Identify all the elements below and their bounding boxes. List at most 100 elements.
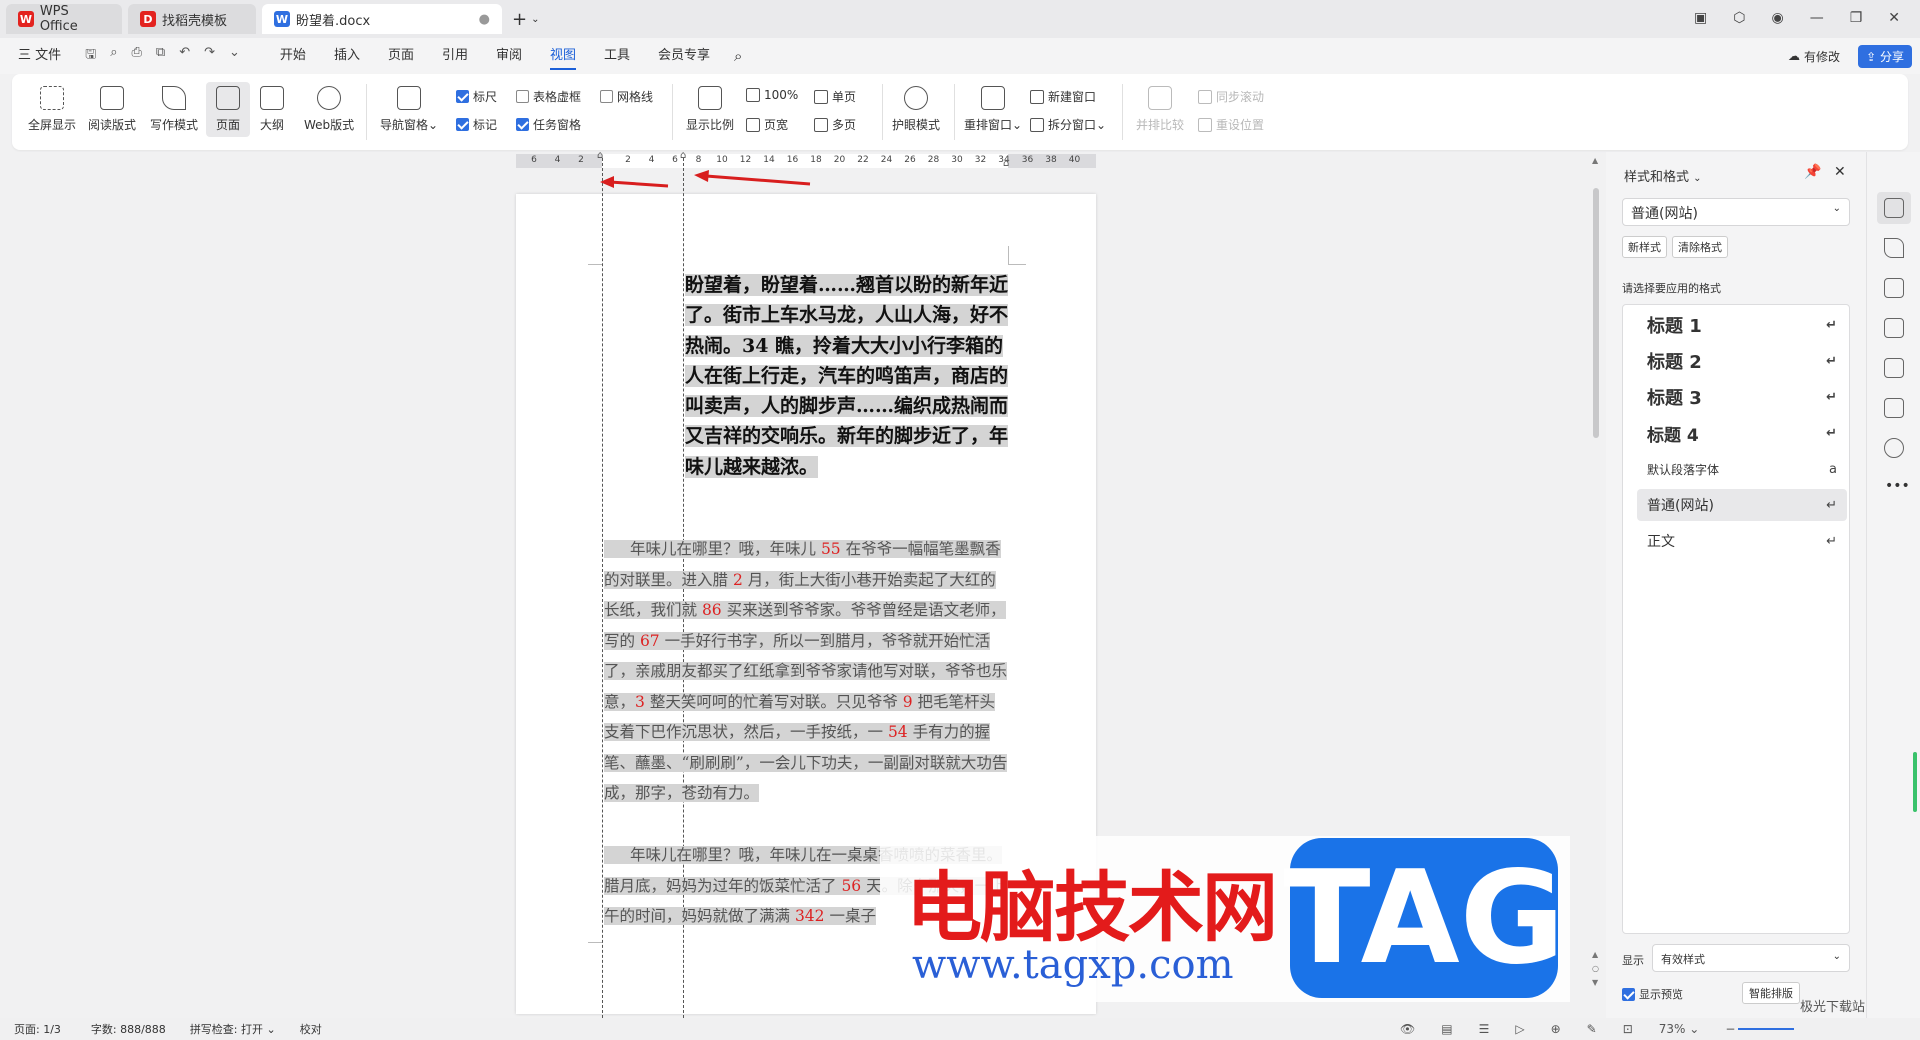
fit-icon[interactable]: ⊡ — [1623, 1022, 1633, 1036]
marks-checkbox[interactable]: 标记 — [456, 116, 497, 133]
more-icon[interactable]: ••• — [1885, 478, 1910, 494]
edit-doc-icon[interactable] — [1884, 318, 1904, 338]
book-icon[interactable] — [1884, 398, 1904, 418]
zoom-100-button[interactable]: 100% — [746, 88, 798, 102]
avatar[interactable]: ◉ — [1771, 10, 1783, 26]
close-icon[interactable]: ✕ — [1888, 10, 1900, 26]
outline-view-icon[interactable]: ☰ — [1479, 1022, 1490, 1036]
share-button[interactable]: ⇪ 分享 — [1858, 44, 1912, 68]
modified-indicator[interactable]: ☁ 有修改 — [1788, 48, 1840, 65]
new-style-button[interactable]: 新样式 — [1622, 236, 1667, 258]
menu-member[interactable]: 会员专享 — [644, 38, 724, 74]
select-cursor-icon[interactable] — [1884, 238, 1904, 258]
ruler-indent-marker[interactable]: ⌂ — [1003, 158, 1009, 169]
style-item-heading-4[interactable]: 标题 4 ↵ — [1637, 417, 1847, 449]
smart-layout-button[interactable]: 智能排版 — [1742, 982, 1800, 1004]
menu-file[interactable]: 三 文件 — [0, 38, 75, 74]
writing-mode-button[interactable]: 写作模式 — [146, 82, 202, 137]
style-pen-icon[interactable] — [1884, 198, 1904, 218]
select-browse-icon[interactable]: ○ — [1592, 964, 1599, 973]
save-icon[interactable]: 🖫 — [85, 45, 96, 67]
tools-icon[interactable] — [1884, 358, 1904, 378]
redo-icon[interactable]: ↷ — [204, 45, 215, 67]
help-icon[interactable] — [1884, 438, 1904, 458]
web-view-icon[interactable]: ⊕ — [1551, 1022, 1561, 1036]
ruler-checkbox[interactable]: 标尺 — [456, 88, 497, 105]
proofread[interactable]: 校对 — [300, 1021, 322, 1037]
web-layout-button[interactable]: Web版式 — [300, 82, 358, 137]
zoom-slider[interactable] — [1738, 1028, 1794, 1030]
current-style-select[interactable]: 普通(网站) ⌄ — [1622, 198, 1850, 226]
reading-mode-button[interactable]: 阅读版式 — [84, 82, 140, 137]
zoom-button[interactable]: 显示比例 — [682, 82, 738, 137]
page-width-button[interactable]: 页宽 — [746, 116, 788, 133]
word-count[interactable]: 字数: 888/888 — [91, 1021, 166, 1037]
prev-page-icon[interactable]: ▲ — [1592, 950, 1598, 959]
pen-icon[interactable]: ✎ — [1587, 1022, 1597, 1036]
split-window-button[interactable]: 拆分窗口⌄ — [1030, 116, 1106, 133]
show-select[interactable]: 有效样式 ⌄ — [1652, 944, 1850, 972]
style-item-heading-3[interactable]: 标题 3 ↵ — [1637, 381, 1847, 413]
vertical-scrollbar[interactable]: ▲ ▲ ○ ▼ — [1590, 152, 1602, 1012]
menu-insert[interactable]: 插入 — [320, 38, 374, 74]
more-icon[interactable]: ⌄ — [229, 45, 240, 67]
tab-document[interactable]: W 盼望着.docx ● — [262, 4, 502, 34]
nav-pane-button[interactable]: 导航窗格⌄ — [376, 82, 442, 137]
menu-references[interactable]: 引用 — [428, 38, 482, 74]
menu-view[interactable]: 视图 — [536, 38, 590, 74]
next-page-icon[interactable]: ▼ — [1592, 978, 1598, 987]
undo-icon[interactable]: ↶ — [179, 45, 190, 67]
arrange-window-button[interactable]: 重排窗口⌄ — [960, 82, 1026, 137]
page-counter[interactable]: 页面: 1/3 — [14, 1021, 61, 1037]
paragraph-2[interactable]: 年味儿在哪里？哦，年味儿 55 在爷爷一幅幅笔墨飘香的对联里。进入腊 2 月，街… — [604, 534, 1010, 809]
multi-page-button[interactable]: 多页 — [814, 116, 856, 133]
scroll-up-icon[interactable]: ▲ — [1592, 156, 1598, 165]
restore-icon[interactable]: ❐ — [1850, 10, 1863, 26]
gridlines-checkbox[interactable]: 网格线 — [600, 88, 653, 105]
zoom-level[interactable]: 73% ⌄ — [1659, 1022, 1700, 1036]
style-item-normal-web[interactable]: 普通(网站) ↵ — [1637, 489, 1847, 521]
spell-check[interactable]: 拼写检查: 打开 ⌄ — [190, 1021, 276, 1037]
side-by-side-button[interactable]: 并排比较 — [1132, 82, 1188, 137]
table-grid-checkbox[interactable]: 表格虚框 — [516, 88, 581, 105]
style-item-heading-1[interactable]: 标题 1 ↵ — [1637, 309, 1847, 341]
paragraph-1[interactable]: 盼望着，盼望着……翘首以盼的新年近了。街市上车水马龙，人山人海，好不热闹。34 … — [685, 270, 1010, 482]
style-item-body[interactable]: 正文 ↵ — [1637, 525, 1847, 557]
outline-button[interactable]: 大纲 — [256, 82, 288, 137]
style-item-default-font[interactable]: 默认段落字体 a — [1637, 453, 1847, 485]
menu-tools[interactable]: 工具 — [590, 38, 644, 74]
cube-icon[interactable]: ⬡ — [1733, 10, 1745, 26]
fullscreen-button[interactable]: 全屏显示 — [24, 82, 80, 137]
tab-template[interactable]: D 找稻壳模板 — [128, 4, 256, 34]
close-icon[interactable]: ✕ — [1834, 164, 1846, 180]
eye-mode-button[interactable]: 护眼模式 — [888, 82, 944, 137]
new-tab-icon[interactable]: + — [512, 9, 527, 30]
scroll-thumb[interactable] — [1593, 188, 1599, 438]
print-preview-icon[interactable]: ⧉ — [156, 45, 165, 67]
zoom-out-icon[interactable]: − — [1725, 1022, 1735, 1036]
play-icon[interactable]: ▷ — [1515, 1022, 1524, 1036]
menu-review[interactable]: 审阅 — [482, 38, 536, 74]
clear-format-button[interactable]: 清除格式 — [1672, 236, 1728, 258]
eye-icon[interactable]: 👁 — [1400, 1022, 1415, 1036]
reset-position-button[interactable]: 重设位置 — [1198, 116, 1264, 133]
print-icon[interactable]: ⎙ — [132, 45, 142, 67]
task-pane-checkbox[interactable]: 任务窗格 — [516, 116, 581, 133]
show-preview-checkbox[interactable]: 显示预览 — [1622, 986, 1683, 1002]
minimize-icon[interactable]: — — [1810, 10, 1824, 26]
search-icon[interactable]: ⌕ — [734, 47, 742, 65]
menu-home[interactable]: 开始 — [266, 38, 320, 74]
new-window-button[interactable]: 新建窗口 — [1030, 88, 1096, 105]
layout-icon[interactable]: ▣ — [1694, 10, 1707, 26]
pin-icon[interactable]: 📌 — [1804, 164, 1821, 180]
menu-page[interactable]: 页面 — [374, 38, 428, 74]
style-item-heading-2[interactable]: 标题 2 ↵ — [1637, 345, 1847, 377]
page-view-icon[interactable]: ▤ — [1441, 1022, 1452, 1036]
sync-scroll-button[interactable]: 同步滚动 — [1198, 88, 1264, 105]
single-page-button[interactable]: 单页 — [814, 88, 856, 105]
tab-wps-office[interactable]: W WPS Office — [6, 4, 122, 34]
find-icon[interactable]: ⌕ — [110, 45, 117, 67]
page-view-button[interactable]: 页面 — [206, 82, 250, 137]
chevron-down-icon[interactable]: ⌄ — [531, 14, 539, 25]
chevron-down-icon[interactable]: ⌄ — [1693, 173, 1701, 184]
